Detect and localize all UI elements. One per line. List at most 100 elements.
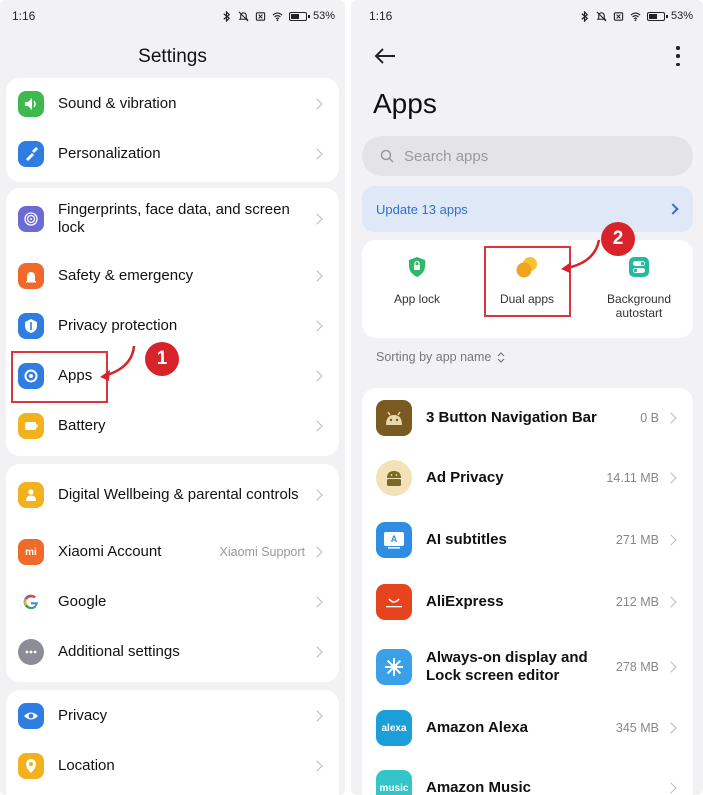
- settings-item-label: Battery: [58, 417, 106, 434]
- settings-item-label: Privacy: [58, 707, 108, 724]
- search-input[interactable]: Search apps: [362, 136, 693, 176]
- app-list-item[interactable]: music Amazon Music: [362, 768, 693, 795]
- amazon-music-icon: music: [376, 770, 412, 795]
- status-bar: 1:16 53%: [0, 0, 345, 32]
- settings-item-label: Safety & emergency: [58, 267, 194, 284]
- app-name: Ad Privacy: [426, 469, 504, 486]
- settings-item-privacy[interactable]: Privacy: [6, 696, 339, 736]
- chevron-right-icon: [311, 546, 323, 558]
- wifi-icon: [630, 11, 641, 21]
- settings-item-sound-vibration[interactable]: Sound & vibration: [6, 84, 339, 124]
- mi-icon: mi: [18, 539, 44, 565]
- update-apps-banner[interactable]: Update 13 apps: [362, 186, 693, 232]
- android-grid-icon: [376, 400, 412, 436]
- apps-highlight-box: [11, 351, 108, 403]
- status-icons: 53%: [579, 10, 693, 22]
- eye-icon: [18, 703, 44, 729]
- app-name: AI subtitles: [426, 531, 507, 548]
- settings-item-google[interactable]: Google: [6, 582, 339, 622]
- no-sim-icon: [613, 11, 624, 21]
- settings-group-sound: Sound & vibration Personalization: [6, 78, 339, 182]
- chevron-right-icon: [311, 420, 323, 432]
- chevron-right-icon: [311, 270, 323, 282]
- settings-item-battery[interactable]: Battery: [6, 406, 339, 446]
- update-apps-label: Update 13 apps: [376, 201, 468, 217]
- tool-app-lock[interactable]: App lock: [362, 254, 472, 306]
- no-sim-icon: [255, 11, 266, 21]
- sort-label: Sorting by app name: [376, 350, 492, 364]
- chevron-right-icon: [665, 782, 677, 794]
- settings-group-security: Fingerprints, face data, and screen lock…: [6, 188, 339, 456]
- sort-updown-icon: [497, 351, 505, 363]
- settings-item-additional-settings[interactable]: Additional settings: [6, 632, 339, 672]
- battery-level: 53%: [312, 10, 335, 22]
- battery-level: 53%: [670, 10, 693, 22]
- app-list-item[interactable]: Always-on display and Lock screen editor…: [362, 644, 693, 690]
- mute-icon: [238, 11, 249, 21]
- app-list-item[interactable]: alexa Amazon Alexa 345 MB: [362, 708, 693, 748]
- status-bar: 1:16 53%: [351, 0, 703, 32]
- page-title: Apps: [373, 88, 437, 119]
- settings-group-accounts: Digital Wellbeing & parental controls mi…: [6, 464, 339, 682]
- wellbeing-icon: [18, 482, 44, 508]
- app-size: 212 MB: [615, 595, 659, 609]
- settings-item-label: Xiaomi Account: [58, 543, 162, 560]
- battery-icon: [288, 11, 310, 21]
- app-list-item[interactable]: Ad Privacy 14.11 MB: [362, 458, 693, 498]
- svg-text:A: A: [391, 534, 398, 544]
- settings-item-label: Privacy protection: [58, 317, 178, 334]
- app-list-item[interactable]: AliExpress 212 MB: [362, 582, 693, 622]
- app-name: Always-on display and Lock screen editor: [426, 649, 588, 684]
- settings-item-location[interactable]: Location: [6, 746, 339, 786]
- search-icon: [380, 149, 394, 163]
- status-time: 1:16: [12, 9, 36, 23]
- mute-icon: [596, 11, 607, 21]
- settings-item-label: Personalization: [58, 145, 161, 162]
- chevron-right-icon: [665, 661, 677, 673]
- chevron-right-icon: [311, 320, 323, 332]
- app-name: 3 Button Navigation Bar: [426, 409, 597, 426]
- settings-item-privacy-protection[interactable]: Privacy protection: [6, 306, 339, 346]
- settings-item-xiaomi-account[interactable]: mi Xiaomi Account Xiaomi Support: [6, 532, 339, 572]
- google-icon: [18, 589, 44, 615]
- settings-item-value: Xiaomi Support: [219, 545, 305, 559]
- settings-screen: 1:16 53% Settings Sound & vibration Pers…: [0, 0, 345, 795]
- settings-group-privacy: Privacy Location: [6, 690, 339, 795]
- app-size: 278 MB: [615, 660, 659, 674]
- more-dots-icon: [18, 639, 44, 665]
- chevron-right-icon: [311, 213, 323, 225]
- settings-item-personalization[interactable]: Personalization: [6, 134, 339, 174]
- aliexpress-icon: [376, 584, 412, 620]
- location-pin-icon: [18, 753, 44, 779]
- battery-setting-icon: [18, 413, 44, 439]
- status-time: 1:16: [369, 9, 393, 23]
- settings-item-fingerprints[interactable]: Fingerprints, face data, and screen lock: [6, 196, 339, 242]
- chevron-right-icon: [665, 722, 677, 734]
- chevron-right-icon: [665, 534, 677, 546]
- chevron-right-icon: [311, 760, 323, 772]
- app-size: 345 MB: [615, 721, 659, 735]
- app-list-item[interactable]: 3 Button Navigation Bar 0 B: [362, 398, 693, 438]
- settings-item-digital-wellbeing[interactable]: Digital Wellbeing & parental controls: [6, 472, 339, 518]
- chevron-right-icon: [665, 596, 677, 608]
- subtitles-icon: A: [376, 522, 412, 558]
- chevron-right-icon: [311, 710, 323, 722]
- settings-item-label: Location: [58, 757, 115, 774]
- apps-screen: 1:16 53% Apps Search apps Update 13 apps…: [351, 0, 703, 795]
- chevron-right-icon: [311, 596, 323, 608]
- back-arrow-icon[interactable]: [373, 46, 397, 66]
- app-list-item[interactable]: A AI subtitles 271 MB: [362, 520, 693, 560]
- sort-selector[interactable]: Sorting by app name: [376, 350, 505, 364]
- settings-item-label: Google: [58, 593, 107, 610]
- more-options-icon[interactable]: [675, 46, 681, 66]
- chevron-right-icon: [311, 646, 323, 658]
- settings-item-label: Digital Wellbeing & parental controls: [58, 486, 299, 503]
- app-name: Amazon Alexa: [426, 719, 528, 736]
- chevron-right-icon: [665, 412, 677, 424]
- step-badge-2: 2: [601, 222, 635, 256]
- settings-item-label: Fingerprints, face data, and screen lock: [58, 201, 290, 236]
- alexa-icon: alexa: [376, 710, 412, 746]
- chevron-right-icon: [665, 472, 677, 484]
- chevron-right-icon: [667, 203, 679, 215]
- settings-item-safety-emergency[interactable]: Safety & emergency: [6, 256, 339, 296]
